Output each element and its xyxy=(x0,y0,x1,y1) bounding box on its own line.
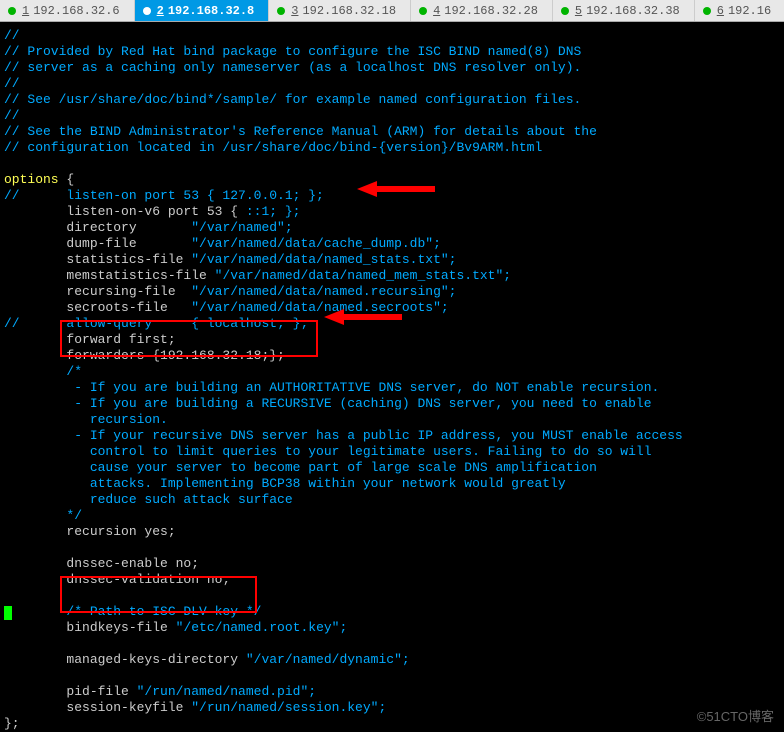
status-dot-icon xyxy=(8,7,16,15)
code-line xyxy=(4,588,780,604)
tab-num: 3 xyxy=(291,4,298,18)
code-line: recursion yes; xyxy=(4,524,780,540)
tab-ip: 192.16 xyxy=(728,4,771,18)
tab-2[interactable]: 2 192.168.32.8 xyxy=(135,0,270,21)
code-line: }; xyxy=(4,716,780,732)
code-line: dump-file "/var/named/data/cache_dump.db… xyxy=(4,236,780,252)
code-line: // See the BIND Administrator's Referenc… xyxy=(4,124,780,140)
code-line: // Provided by Red Hat bind package to c… xyxy=(4,44,780,60)
code-line: */ xyxy=(4,508,780,524)
code-line: // server as a caching only nameserver (… xyxy=(4,60,780,76)
code-line: options { xyxy=(4,172,780,188)
code-line: listen-on-v6 port 53 { ::1; }; xyxy=(4,204,780,220)
tab-num: 2 xyxy=(157,4,164,18)
terminal[interactable]: // // Provided by Red Hat bind package t… xyxy=(0,22,784,731)
tab-ip: 192.168.32.28 xyxy=(444,4,538,18)
tab-ip: 192.168.32.8 xyxy=(168,4,254,18)
status-dot-icon xyxy=(277,7,285,15)
code-line xyxy=(4,636,780,652)
code-line: - If you are building a RECURSIVE (cachi… xyxy=(4,396,780,412)
code-line: memstatistics-file "/var/named/data/name… xyxy=(4,268,780,284)
code-line: attacks. Implementing BCP38 within your … xyxy=(4,476,780,492)
tab-bar: 1 192.168.32.6 2 192.168.32.8 3 192.168.32.… xyxy=(0,0,784,22)
code-line: reduce such attack surface xyxy=(4,492,780,508)
code-line: control to limit queries to your legitim… xyxy=(4,444,780,460)
tab-num: 5 xyxy=(575,4,582,18)
tab-ip: 192.168.32.38 xyxy=(586,4,680,18)
status-dot-icon xyxy=(143,7,151,15)
code-line: session-keyfile "/run/named/session.key"… xyxy=(4,700,780,716)
code-line: - If you are building an AUTHORITATIVE D… xyxy=(4,380,780,396)
status-dot-icon xyxy=(703,7,711,15)
code-line: // xyxy=(4,28,780,44)
code-line: dnssec-enable no; xyxy=(4,556,780,572)
code-line: // xyxy=(4,108,780,124)
code-line: // listen-on port 53 { 127.0.0.1; }; xyxy=(4,188,780,204)
tab-num: 6 xyxy=(717,4,724,18)
code-line: managed-keys-directory "/var/named/dynam… xyxy=(4,652,780,668)
status-dot-icon xyxy=(419,7,427,15)
code-line: secroots-file "/var/named/data/named.sec… xyxy=(4,300,780,316)
tab-ip: 192.168.32.6 xyxy=(33,4,119,18)
watermark: ©51CTO博客 xyxy=(697,706,774,725)
code-line xyxy=(4,540,780,556)
code-line: directory "/var/named"; xyxy=(4,220,780,236)
code-line: cause your server to become part of larg… xyxy=(4,460,780,476)
code-line: forward first; xyxy=(4,332,780,348)
code-line: - If your recursive DNS server has a pub… xyxy=(4,428,780,444)
tab-1[interactable]: 1 192.168.32.6 xyxy=(0,0,135,21)
code-line: recursion. xyxy=(4,412,780,428)
code-line: // allow-query { localhost; }; xyxy=(4,316,780,332)
tab-num: 4 xyxy=(433,4,440,18)
cursor-icon xyxy=(4,606,12,620)
code-line: bindkeys-file "/etc/named.root.key"; xyxy=(4,620,780,636)
code-line: // See /usr/share/doc/bind*/sample/ for … xyxy=(4,92,780,108)
tab-4[interactable]: 4 192.168.32.28 xyxy=(411,0,553,21)
status-dot-icon xyxy=(561,7,569,15)
code-line: recursing-file "/var/named/data/named.re… xyxy=(4,284,780,300)
tab-5[interactable]: 5 192.168.32.38 xyxy=(553,0,695,21)
code-line xyxy=(4,668,780,684)
code-line: /* xyxy=(4,364,780,380)
code-line: dnssec-validation no; xyxy=(4,572,780,588)
code-line: forwarders {192.168.32.18;}; xyxy=(4,348,780,364)
code-line xyxy=(4,156,780,172)
code-line: statistics-file "/var/named/data/named_s… xyxy=(4,252,780,268)
code-line: // xyxy=(4,76,780,92)
code-line: /* Path to ISC DLV key */ xyxy=(4,604,780,620)
tab-ip: 192.168.32.18 xyxy=(302,4,396,18)
tab-3[interactable]: 3 192.168.32.18 xyxy=(269,0,411,21)
code-line: // configuration located in /usr/share/d… xyxy=(4,140,780,156)
tab-6[interactable]: 6 192.16 xyxy=(695,0,784,21)
code-line: pid-file "/run/named/named.pid"; xyxy=(4,684,780,700)
tab-num: 1 xyxy=(22,4,29,18)
